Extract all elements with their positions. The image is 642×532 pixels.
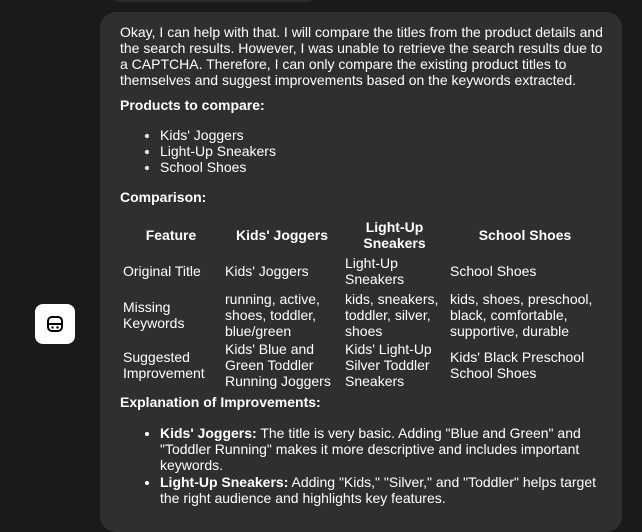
table-cell: Kids' Blue and Green Toddler Running Jog… [225,341,331,389]
table-cell: kids, shoes, preschool, black, comfortab… [450,291,593,339]
table-header-cell: Kids' Joggers [235,227,329,243]
table-cell: Light-Up Sneakers [345,255,405,287]
comparison-table: Feature Kids' Joggers Light-Up Sneakers … [120,217,603,389]
table-row: Original Title Kids' Joggers Light-Up Sn… [120,253,603,289]
table-cell: Missing Keywords [123,299,185,331]
table-cell: Kids' Black Preschool School Shoes [450,349,585,381]
robot-icon [47,316,63,332]
table-cell: running, active, shoes, toddler, blue/gr… [225,291,320,339]
explanation-product-name: Kids' Joggers: [160,425,257,441]
table-header-row: Feature Kids' Joggers Light-Up Sneakers … [120,217,603,253]
list-item: Kids' Joggers: The title is very basic. … [160,425,610,473]
assistant-message-content: Okay, I can help with that. I will compa… [120,24,610,507]
list-item: Light-Up Sneakers [160,143,610,159]
table-cell: Suggested Improvement [123,349,205,381]
products-list: Kids' Joggers Light-Up Sneakers School S… [120,127,610,175]
list-item: Kids' Joggers [160,127,610,143]
explanation-list: Kids' Joggers: The title is very basic. … [120,425,610,506]
table-header-cell: Feature [145,227,197,243]
table-header-cell: School Shoes [478,227,572,243]
table-cell: Original Title [123,263,201,279]
comparison-heading: Comparison: [120,189,207,205]
table-cell: kids, sneakers, toddler, silver, shoes [345,291,439,339]
table-cell: School Shoes [450,263,537,279]
list-item: School Shoes [160,159,610,175]
intro-paragraph: Okay, I can help with that. I will compa… [120,24,603,88]
table-cell: Kids' Joggers [225,263,309,279]
explanation-heading: Explanation of Improvements: [120,394,321,410]
table-row: Missing Keywords running, active, shoes,… [120,289,603,341]
explanation-product-name: Light-Up Sneakers: [160,474,289,490]
assistant-avatar [35,304,75,344]
table-cell: Kids' Light-Up Silver Toddler Sneakers [345,341,432,389]
table-header-cell: Light-Up Sneakers [363,219,426,251]
list-item: Light-Up Sneakers: Adding "Kids," "Silve… [160,474,610,506]
previous-message-edge [108,0,318,2]
products-heading: Products to compare: [120,97,265,113]
table-row: Suggested Improvement Kids' Blue and Gre… [120,341,603,389]
